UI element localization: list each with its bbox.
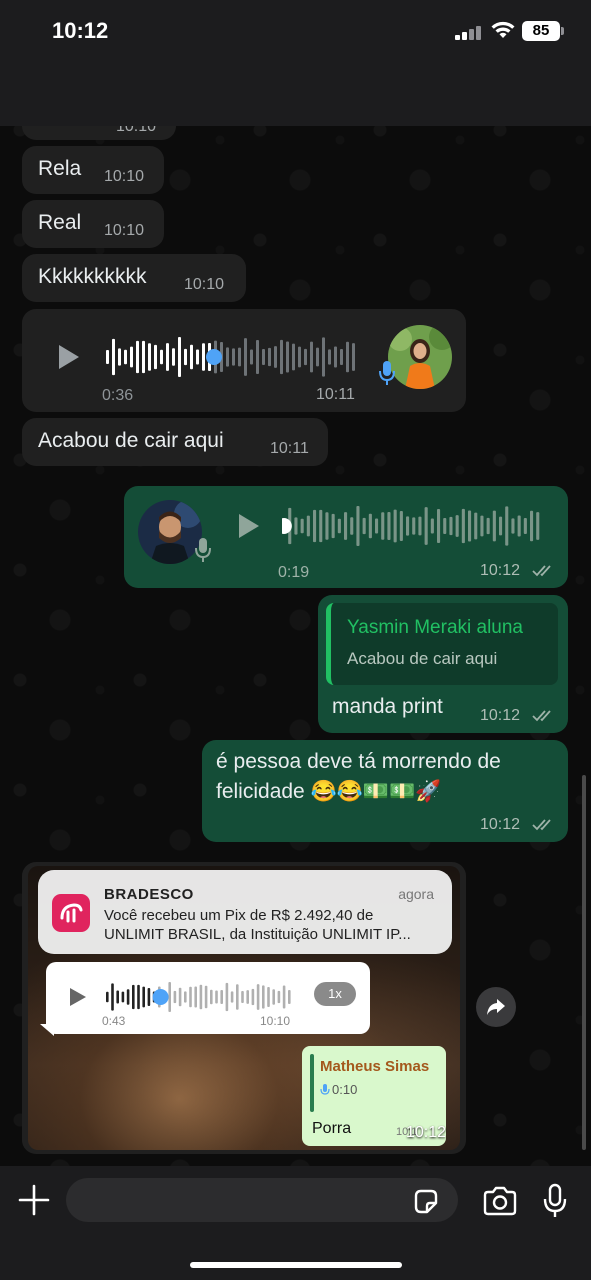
message-bubble-incoming[interactable]: Rela 10:10 (22, 146, 164, 194)
message-time: 10:11 (316, 386, 355, 403)
message-bubble-incoming[interactable]: Kkkkkkkkkk 10:10 (22, 254, 246, 302)
reply-duration: 0:10 (332, 1082, 358, 1097)
back-button[interactable]: 5 (14, 76, 74, 112)
double-check-icon (532, 565, 551, 577)
message-text-line1: é pessoa deve tá morrendo de (216, 750, 501, 773)
video-call-icon[interactable] (442, 76, 482, 106)
chevron-left-icon (16, 80, 32, 108)
audio-waveform[interactable] (106, 337, 360, 377)
unread-count: 5 (42, 81, 55, 106)
quoted-message[interactable]: Yasmin Meraki aluna Acabou de cair aqui (326, 603, 558, 685)
audio-waveform (106, 982, 291, 1012)
audio-duration: 0:43 (102, 1014, 126, 1028)
message-bubble-incoming[interactable]: Acabou de cair aqui 10:11 (22, 418, 328, 466)
plus-icon[interactable] (18, 1184, 50, 1216)
reply-text: Porra (312, 1120, 352, 1137)
home-indicator (190, 1262, 402, 1268)
audio-time: 10:10 (260, 1014, 291, 1028)
quoted-sender: Yasmin Meraki aluna (347, 617, 524, 638)
reply-sender: Matheus Simas (320, 1058, 430, 1075)
sender-avatar (388, 325, 452, 389)
message-text: Rela (38, 157, 82, 180)
quote-bar (310, 1054, 314, 1112)
audio-waveform[interactable] (282, 506, 546, 546)
screenshot-image[interactable]: BRADESCO agora Você recebeu um Pix de R$… (28, 866, 460, 1150)
image-message[interactable]: BRADESCO agora Você recebeu um Pix de R$… (22, 862, 466, 1154)
playback-speed: 1x (314, 982, 356, 1006)
message-text: Real (38, 211, 82, 234)
status-bar: 10:12 85 (0, 0, 591, 62)
message-text-line2: felicidade 😂😂💵💵🚀 (216, 780, 442, 803)
bank-logo-icon (52, 894, 90, 932)
message-time: 10:12 (480, 707, 521, 724)
phone-call-icon[interactable] (512, 76, 546, 110)
audio-duration: 0:36 (102, 387, 134, 404)
sender-avatar (138, 500, 202, 564)
notification-time: agora (398, 886, 434, 902)
camera-icon[interactable] (482, 1186, 518, 1216)
message-time: 10:12 (480, 816, 521, 833)
double-check-icon (532, 710, 551, 722)
microphone-icon (320, 1084, 330, 1095)
message-text: Kkkkkkkkkk (38, 265, 147, 288)
message-time: 10:11 (270, 440, 309, 457)
bubble-tail (40, 1024, 54, 1036)
message-time: 10:10 (116, 118, 157, 135)
microphone-icon[interactable] (542, 1183, 568, 1219)
message-bubble-incoming[interactable]: 10:10 (22, 110, 176, 140)
microphone-icon (195, 538, 211, 562)
message-time: 10:10 (104, 222, 145, 239)
forward-button[interactable] (476, 987, 516, 1027)
signal-icon (455, 24, 483, 40)
microphone-icon (379, 361, 395, 385)
scrollbar[interactable] (582, 775, 586, 1150)
battery-tip (561, 27, 564, 35)
message-bubble-outgoing[interactable]: é pessoa deve tá morrendo de felicidade … (202, 740, 568, 842)
message-time: 10:10 (184, 276, 225, 293)
message-text: manda print (332, 695, 443, 718)
status-time: 10:12 (52, 18, 109, 43)
message-text: Acabou de cair aqui (38, 429, 224, 452)
quoted-text: Acabou de cair aqui (347, 649, 498, 668)
contact-name[interactable]: Yasmin Meraki aluna (154, 72, 370, 98)
play-icon[interactable] (56, 343, 82, 371)
wifi-icon (491, 21, 515, 38)
embedded-voice-message: 0:43 10:10 1x (46, 962, 370, 1034)
forward-icon (487, 999, 505, 1015)
notification-body: Você recebeu um Pix de R$ 2.492,40 de UN… (104, 907, 411, 943)
message-bubble-incoming[interactable]: Real 10:10 (22, 200, 164, 248)
message-time: 10:12 (406, 1124, 447, 1141)
double-check-icon (532, 819, 551, 831)
play-icon[interactable] (236, 512, 262, 540)
notification-app: BRADESCO (104, 886, 194, 903)
audio-duration: 0:19 (278, 564, 310, 581)
message-time: 10:10 (104, 168, 145, 185)
message-input[interactable] (66, 1178, 458, 1222)
message-time: 10:12 (480, 562, 521, 579)
sticker-icon[interactable] (412, 1188, 440, 1216)
voice-message-incoming[interactable]: 0:36 10:11 (22, 309, 466, 412)
message-bubble-outgoing[interactable]: Yasmin Meraki aluna Acabou de cair aqui … (318, 595, 568, 733)
bank-notification: BRADESCO agora Você recebeu um Pix de R$… (38, 870, 452, 954)
battery-indicator: 85 (522, 21, 560, 41)
voice-message-outgoing[interactable]: 0:19 10:12 (124, 486, 568, 588)
play-icon (70, 988, 86, 1006)
message-composer (0, 1166, 591, 1280)
